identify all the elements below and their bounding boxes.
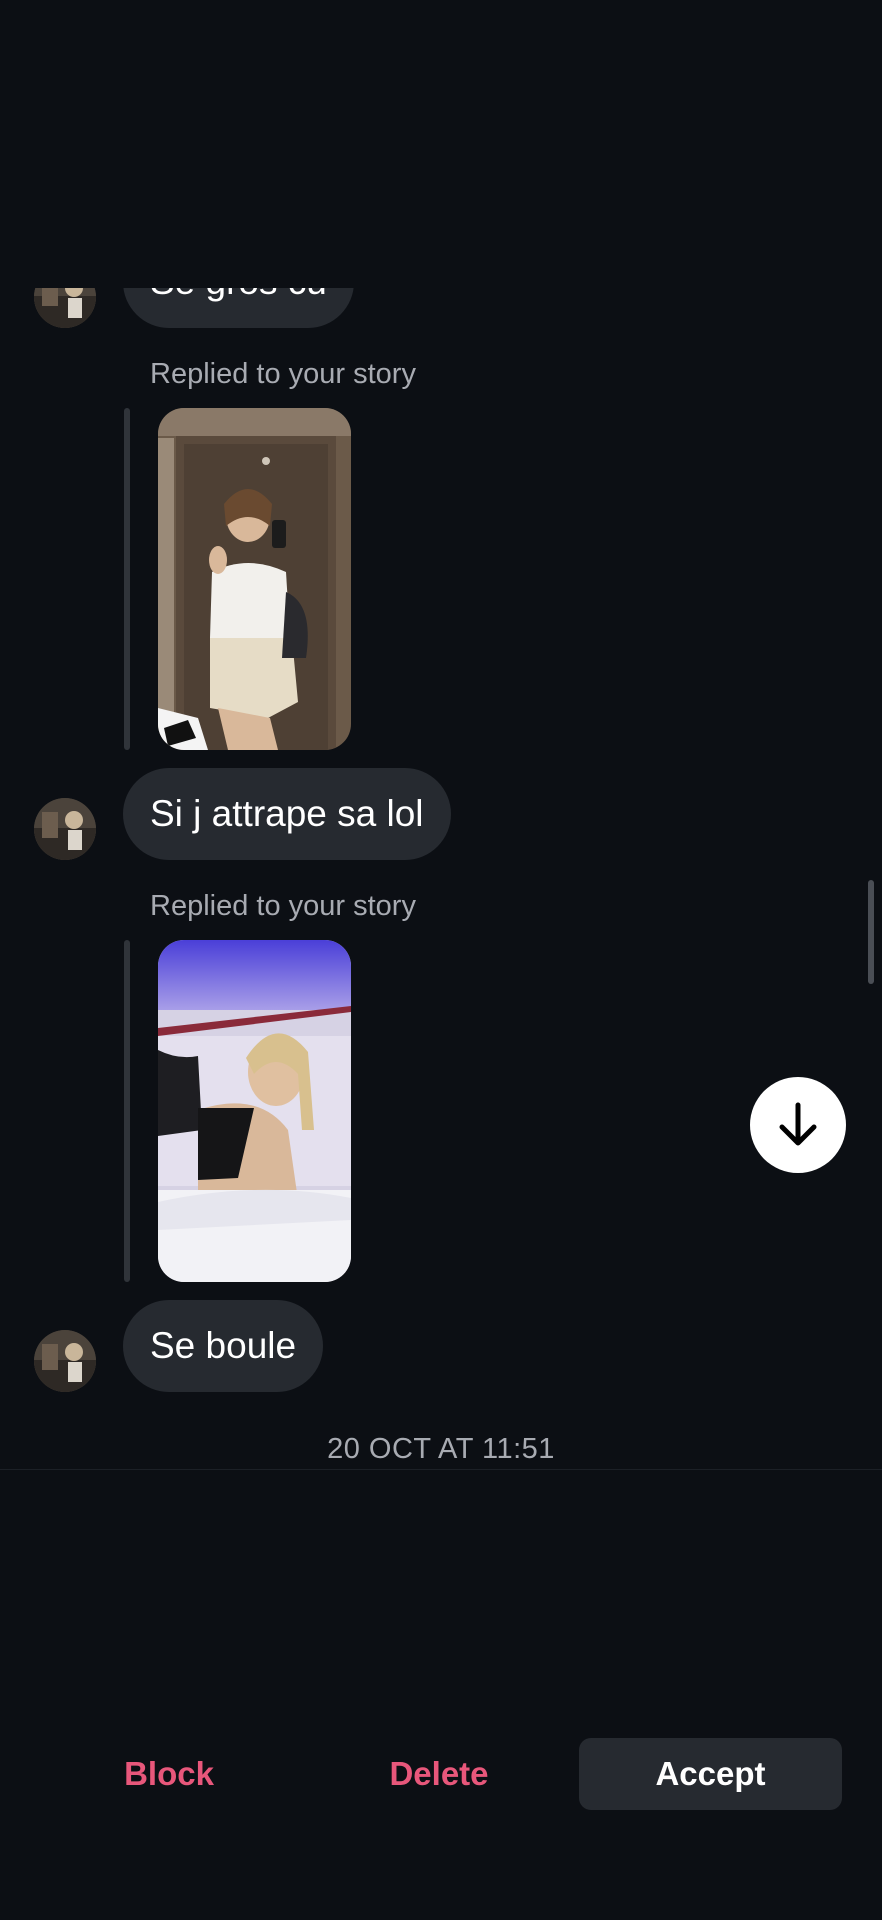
jump-to-latest-button[interactable] (750, 1077, 846, 1173)
sender-avatar[interactable] (34, 798, 96, 860)
message-text: Se boule (150, 1325, 297, 1366)
accept-button[interactable]: Accept (579, 1738, 842, 1810)
message-timestamp: 20 OCT AT 11:51 (327, 1433, 555, 1465)
block-button[interactable]: Block (74, 1738, 264, 1810)
story-reply-label: Replied to your story (150, 890, 416, 922)
story-image (158, 408, 351, 750)
reply-indicator-bar (124, 940, 130, 1282)
avatar-image (34, 1330, 96, 1392)
message-bubble[interactable]: Se boule (123, 1300, 324, 1392)
story-image (158, 940, 351, 1282)
story-thumbnail[interactable] (158, 940, 351, 1282)
story-thumbnail[interactable] (158, 408, 351, 750)
message-bubble[interactable]: Si j attrape sa lol (123, 768, 451, 860)
divider (0, 1469, 882, 1470)
request-actions-bar: Block Delete Accept (0, 1738, 882, 1810)
avatar-image (34, 798, 96, 860)
message-text: Si j attrape sa lol (150, 793, 424, 834)
sender-avatar[interactable] (34, 1330, 96, 1392)
scrollbar[interactable] (868, 880, 874, 984)
header-area (0, 0, 882, 288)
story-reply-label: Replied to your story (150, 358, 416, 390)
reply-indicator-bar (124, 408, 130, 750)
delete-button[interactable]: Delete (344, 1738, 534, 1810)
arrow-down-icon (779, 1102, 817, 1146)
